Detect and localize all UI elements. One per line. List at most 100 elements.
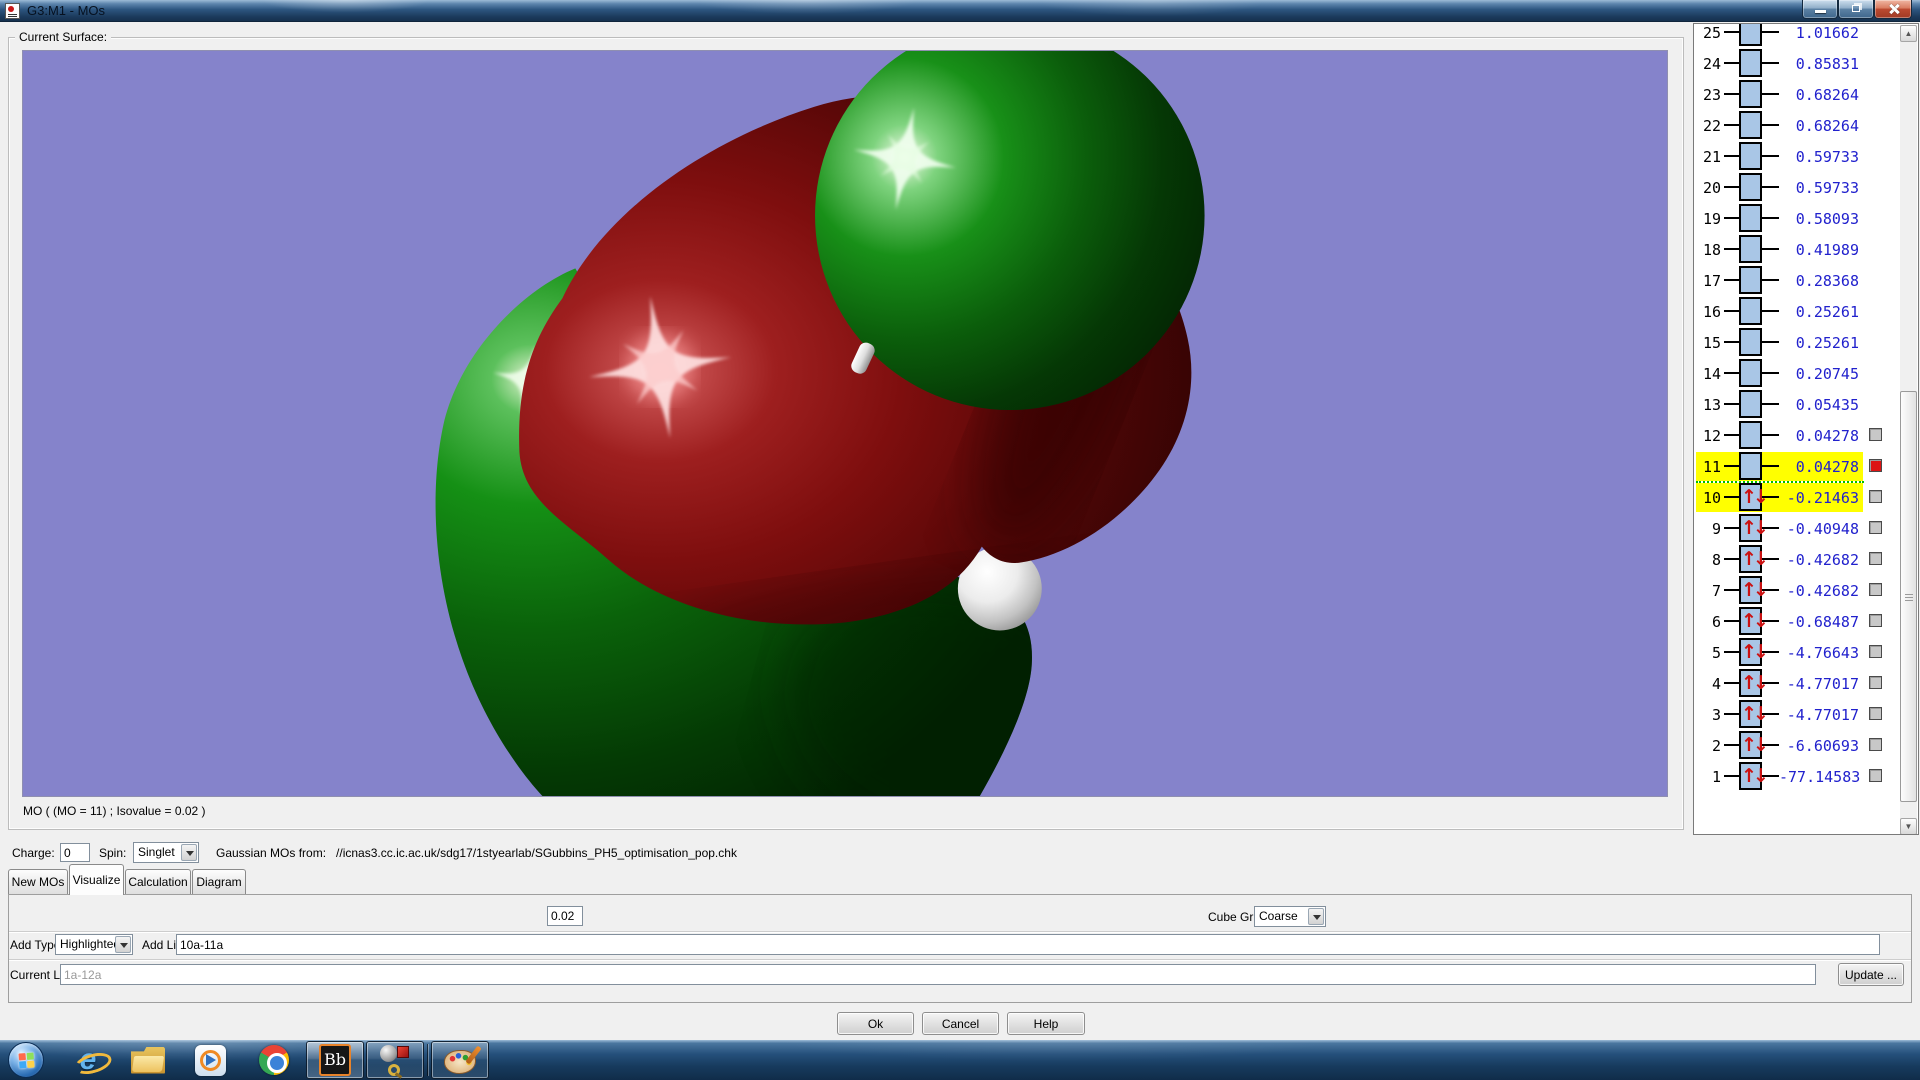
add-list-input[interactable] xyxy=(176,934,1880,955)
mo-checkbox[interactable] xyxy=(1869,521,1882,534)
mo-row[interactable]: 9↑↓-0.40948 xyxy=(1694,513,1900,543)
scroll-down-button[interactable]: ▼ xyxy=(1900,818,1917,835)
mo-level-box[interactable] xyxy=(1739,421,1762,449)
taskbar-item-paint[interactable] xyxy=(431,1041,489,1079)
mo-level-box[interactable]: ↑↓ xyxy=(1739,483,1762,511)
mo-row[interactable]: 251.01662 xyxy=(1694,23,1900,47)
mo-row[interactable]: 200.59733 xyxy=(1694,172,1900,202)
mo-row[interactable]: 8↑↓-0.42682 xyxy=(1694,544,1900,574)
mo-level-box[interactable]: ↑↓ xyxy=(1739,607,1762,635)
add-type-select[interactable]: Highlighted xyxy=(55,934,133,955)
minimize-button[interactable] xyxy=(1802,0,1838,19)
mo-row[interactable]: 190.58093 xyxy=(1694,203,1900,233)
mo-level-box[interactable] xyxy=(1739,49,1762,77)
mo-checkbox[interactable] xyxy=(1869,490,1882,503)
mo-row[interactable]: 7↑↓-0.42682 xyxy=(1694,575,1900,605)
tab-visualize[interactable]: Visualize xyxy=(69,864,124,895)
mo-row[interactable]: 1↑↓-77.14583 xyxy=(1694,761,1900,791)
cancel-button[interactable]: Cancel xyxy=(922,1012,999,1035)
mo-level-box[interactable] xyxy=(1739,452,1762,480)
mo-row[interactable]: 140.20745 xyxy=(1694,358,1900,388)
mo-row[interactable]: 160.25261 xyxy=(1694,296,1900,326)
mo-level-box[interactable]: ↑↓ xyxy=(1739,731,1762,759)
close-icon xyxy=(1889,4,1899,14)
mo-checkbox[interactable] xyxy=(1869,769,1882,782)
mo-level-box[interactable] xyxy=(1739,359,1762,387)
taskbar-item-chrome[interactable] xyxy=(248,1042,300,1078)
mo-level-box[interactable] xyxy=(1739,80,1762,108)
mo-level-box[interactable] xyxy=(1739,390,1762,418)
mo-checkbox[interactable] xyxy=(1869,428,1882,441)
taskbar-item-internet-explorer[interactable]: e xyxy=(62,1042,114,1078)
mo-level-box[interactable]: ↑↓ xyxy=(1739,576,1762,604)
mo-checkbox[interactable] xyxy=(1869,645,1882,658)
mo-row[interactable]: 120.04278 xyxy=(1694,420,1900,450)
mo-row[interactable]: 3↑↓-4.77017 xyxy=(1694,699,1900,729)
mo-row[interactable]: 10↑↓-0.21463 xyxy=(1694,482,1900,512)
mo-level-box[interactable]: ↑↓ xyxy=(1739,638,1762,666)
mo-row[interactable]: 130.05435 xyxy=(1694,389,1900,419)
mo-level-box[interactable] xyxy=(1739,204,1762,232)
tab-diagram[interactable]: Diagram xyxy=(192,869,246,895)
mo-level-box[interactable]: ↑↓ xyxy=(1739,669,1762,697)
mo-checkbox[interactable] xyxy=(1869,552,1882,565)
mo-list-scrollbar[interactable]: ▲ ▼ xyxy=(1900,25,1917,835)
taskbar-item-media-player[interactable] xyxy=(184,1042,236,1078)
scroll-up-button[interactable]: ▲ xyxy=(1900,25,1917,42)
mo-3d-viewport[interactable] xyxy=(22,50,1668,797)
isovalue-input[interactable] xyxy=(547,906,583,926)
mo-row[interactable]: 220.68264 xyxy=(1694,110,1900,140)
mo-row[interactable]: 240.85831 xyxy=(1694,48,1900,78)
update-button[interactable]: Update ... xyxy=(1838,963,1904,986)
mo-level-box[interactable] xyxy=(1739,266,1762,294)
mo-row[interactable]: 2↑↓-6.60693 xyxy=(1694,730,1900,760)
mo-row[interactable]: 110.04278 xyxy=(1694,451,1900,481)
tab-calculation[interactable]: Calculation xyxy=(125,869,191,895)
mo-level-box[interactable] xyxy=(1739,235,1762,263)
ok-button[interactable]: Ok xyxy=(837,1012,914,1035)
mo-level-box[interactable] xyxy=(1739,328,1762,356)
mo-row[interactable]: 170.28368 xyxy=(1694,265,1900,295)
spin-select[interactable]: Singlet xyxy=(133,842,199,863)
help-button[interactable]: Help xyxy=(1007,1012,1085,1035)
tab-new-mos[interactable]: New MOs xyxy=(8,869,68,895)
mo-row[interactable]: 6↑↓-0.68487 xyxy=(1694,606,1900,636)
restore-button[interactable] xyxy=(1838,0,1874,19)
mo-row[interactable]: 180.41989 xyxy=(1694,234,1900,264)
mo-level-box[interactable]: ↑↓ xyxy=(1739,514,1762,542)
mo-level-box[interactable] xyxy=(1739,173,1762,201)
taskbar-item-gaussview[interactable] xyxy=(366,1041,424,1079)
mo-level-box[interactable]: ↑↓ xyxy=(1739,762,1762,790)
close-button[interactable] xyxy=(1874,0,1912,19)
mo-level-box[interactable] xyxy=(1739,142,1762,170)
mo-level-box[interactable]: ↑↓ xyxy=(1739,545,1762,573)
mo-checkbox[interactable] xyxy=(1869,738,1882,751)
cube-grid-select[interactable]: Coarse xyxy=(1254,906,1326,927)
mo-level-box[interactable] xyxy=(1739,23,1762,46)
start-button[interactable] xyxy=(8,1042,44,1078)
scrollbar-thumb[interactable] xyxy=(1900,391,1917,802)
mo-checkbox[interactable] xyxy=(1869,459,1882,472)
current-list-input[interactable] xyxy=(60,964,1816,985)
taskbar-item-blackboard[interactable]: Bb xyxy=(306,1041,364,1079)
chevron-down-icon[interactable] xyxy=(181,844,197,861)
mo-row[interactable]: 150.25261 xyxy=(1694,327,1900,357)
mo-level-box[interactable] xyxy=(1739,297,1762,325)
title-bar[interactable]: G3:M1 - MOs xyxy=(0,0,1920,22)
mo-row[interactable]: 210.59733 xyxy=(1694,141,1900,171)
mo-level-box[interactable]: ↑↓ xyxy=(1739,700,1762,728)
chevron-down-icon[interactable] xyxy=(1308,908,1324,925)
mo-checkbox[interactable] xyxy=(1869,614,1882,627)
mo-row[interactable]: 4↑↓-4.77017 xyxy=(1694,668,1900,698)
mo-level-line xyxy=(1762,217,1779,219)
mo-row[interactable]: 5↑↓-4.76643 xyxy=(1694,637,1900,667)
mo-row[interactable]: 230.68264 xyxy=(1694,79,1900,109)
mo-checkbox[interactable] xyxy=(1869,676,1882,689)
taskbar-item-windows-explorer[interactable] xyxy=(122,1042,174,1078)
chevron-down-icon[interactable] xyxy=(115,936,131,953)
mo-checkbox[interactable] xyxy=(1869,707,1882,720)
charge-input[interactable] xyxy=(60,843,90,862)
mo-checkbox[interactable] xyxy=(1869,583,1882,596)
mo-level-box[interactable] xyxy=(1739,111,1762,139)
mo-energy: 0.41989 xyxy=(1779,241,1859,259)
